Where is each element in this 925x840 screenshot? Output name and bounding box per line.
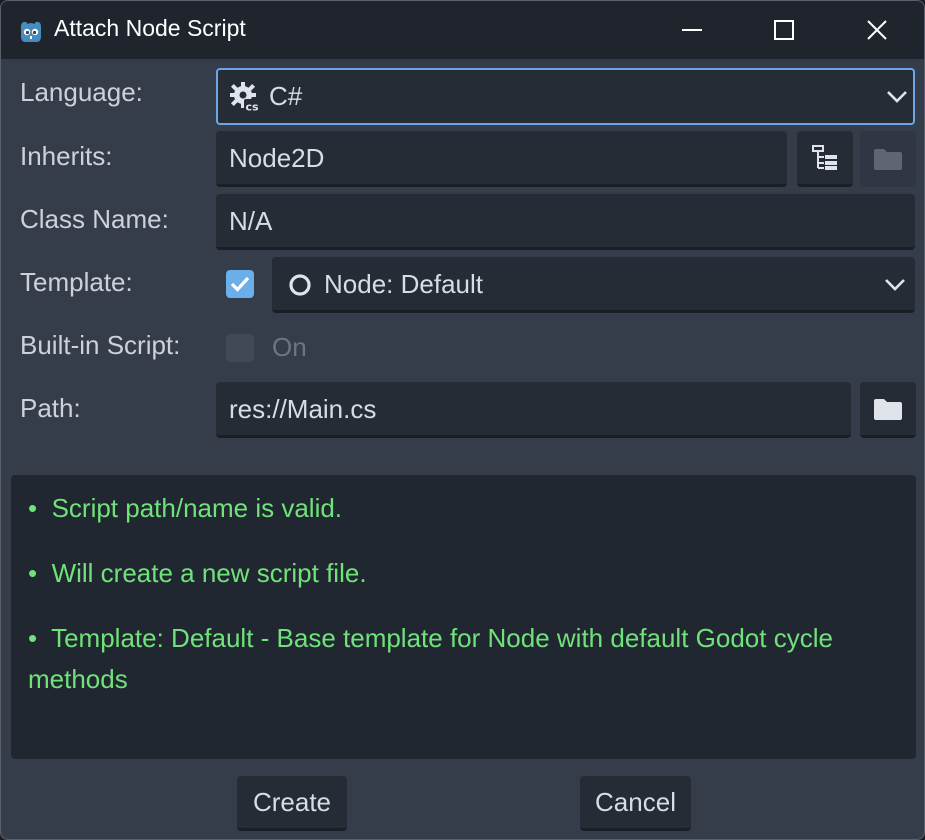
status-line: • Script path/name is valid. bbox=[28, 488, 888, 529]
minimize-icon bbox=[682, 29, 702, 31]
language-select[interactable]: cs C# bbox=[216, 68, 915, 125]
close-button[interactable] bbox=[847, 7, 907, 53]
godot-logo-icon bbox=[21, 21, 41, 42]
status-bullet: • bbox=[28, 623, 38, 653]
chevron-down-icon bbox=[885, 279, 905, 291]
folder-icon bbox=[874, 149, 902, 170]
cancel-button[interactable]: Cancel bbox=[580, 776, 691, 831]
path-browse-button[interactable] bbox=[860, 382, 916, 438]
inherits-field[interactable]: Node2D bbox=[216, 131, 787, 187]
title-bar[interactable]: Attach Node Script bbox=[1, 1, 924, 59]
path-field[interactable]: res://Main.cs bbox=[216, 382, 851, 438]
maximize-button[interactable] bbox=[754, 7, 814, 53]
builtin-script-label: Built-in Script: bbox=[20, 330, 181, 360]
class-name-field[interactable]: N/A bbox=[216, 194, 915, 250]
inherits-browse-button[interactable] bbox=[860, 131, 916, 187]
language-label: Language: bbox=[20, 77, 143, 107]
template-checkbox[interactable] bbox=[226, 270, 254, 298]
folder-icon bbox=[874, 398, 902, 420]
status-text: Will create a new script file. bbox=[51, 558, 367, 588]
class-tree-icon bbox=[812, 144, 837, 170]
close-icon bbox=[867, 20, 887, 40]
status-bullet: • bbox=[28, 558, 38, 588]
template-value: Node: Default bbox=[324, 269, 483, 299]
path-value: res://Main.cs bbox=[229, 394, 377, 424]
template-select[interactable]: Node: Default bbox=[272, 257, 915, 313]
language-value: C# bbox=[269, 81, 303, 111]
csharp-gear-icon: cs bbox=[230, 82, 260, 114]
validation-status-panel: • Script path/name is valid. • Will crea… bbox=[11, 475, 916, 759]
class-name-value: N/A bbox=[229, 206, 273, 236]
create-button[interactable]: Create bbox=[237, 776, 347, 831]
class-name-label: Class Name: bbox=[20, 204, 169, 234]
status-text: Template: Default - Base template for No… bbox=[28, 623, 833, 694]
checkmark-icon bbox=[230, 276, 250, 292]
path-label: Path: bbox=[20, 393, 81, 423]
minimize-button[interactable] bbox=[662, 7, 722, 53]
template-label: Template: bbox=[20, 267, 133, 297]
status-bullet: • bbox=[28, 493, 38, 523]
class-tree-button[interactable] bbox=[797, 131, 853, 187]
inherits-label: Inherits: bbox=[20, 141, 113, 171]
status-line: • Template: Default - Base template for … bbox=[28, 618, 888, 700]
status-text: Script path/name is valid. bbox=[51, 493, 343, 523]
status-line: • Will create a new script file. bbox=[28, 553, 888, 594]
node-circle-icon bbox=[289, 274, 311, 296]
inherits-value: Node2D bbox=[229, 143, 325, 173]
attach-node-script-dialog: Attach Node Script Language: cs C# Inher… bbox=[0, 0, 925, 840]
builtin-script-checkbox[interactable] bbox=[226, 334, 254, 362]
chevron-down-icon bbox=[887, 91, 907, 103]
maximize-icon bbox=[774, 20, 794, 40]
window-title: Attach Node Script bbox=[54, 15, 246, 41]
svg-text:cs: cs bbox=[245, 101, 259, 114]
builtin-script-on-label: On bbox=[272, 332, 307, 362]
